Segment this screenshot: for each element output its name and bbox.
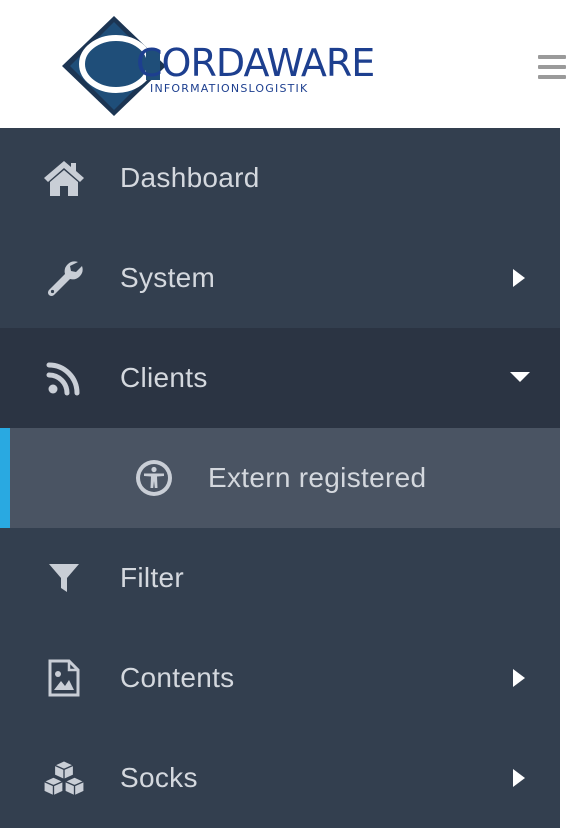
filter-icon <box>42 556 86 600</box>
hamburger-icon[interactable] <box>538 55 566 79</box>
sidebar-item-contents[interactable]: Contents <box>0 628 560 728</box>
image-file-icon <box>42 656 86 700</box>
active-indicator <box>0 428 10 528</box>
sidebar-item-filter[interactable]: Filter <box>0 528 560 628</box>
logo-tagline: INFORMATIONSLOGISTIK <box>150 82 309 95</box>
sidebar-item-clients[interactable]: Clients <box>0 328 560 428</box>
wrench-icon <box>42 256 86 300</box>
chevron-right-icon <box>509 267 529 289</box>
sidebar-item-socks[interactable]: Socks <box>0 728 560 828</box>
sidebar-menu: Dashboard System Clients Extern register… <box>0 128 560 828</box>
sidebar-subitem-extern-registered[interactable]: Extern registered <box>0 428 560 528</box>
sidebar-item-label: System <box>120 262 216 293</box>
accessibility-icon <box>132 456 176 500</box>
chevron-down-icon <box>509 367 530 389</box>
cubes-icon <box>42 756 86 800</box>
logo-wordmark: CORDAWARE <box>136 41 375 85</box>
cordaware-logo[interactable]: CORDAWARE INFORMATIONSLOGISTIK <box>58 14 375 118</box>
sidebar-item-label: Clients <box>120 362 208 393</box>
sidebar-subitem-label: Extern registered <box>208 462 427 493</box>
app-header: CORDAWARE INFORMATIONSLOGISTIK <box>0 0 580 128</box>
sidebar-item-label: Socks <box>120 762 198 793</box>
sidebar-item-label: Contents <box>120 662 235 693</box>
sidebar-item-label: Dashboard <box>120 162 260 193</box>
home-icon <box>42 156 86 200</box>
sidebar-item-label: Filter <box>120 562 185 593</box>
rss-icon <box>42 356 86 400</box>
chevron-right-icon <box>509 767 529 789</box>
sidebar-item-system[interactable]: System <box>0 228 560 328</box>
sidebar-item-dashboard[interactable]: Dashboard <box>0 128 560 228</box>
chevron-right-icon <box>509 667 529 689</box>
